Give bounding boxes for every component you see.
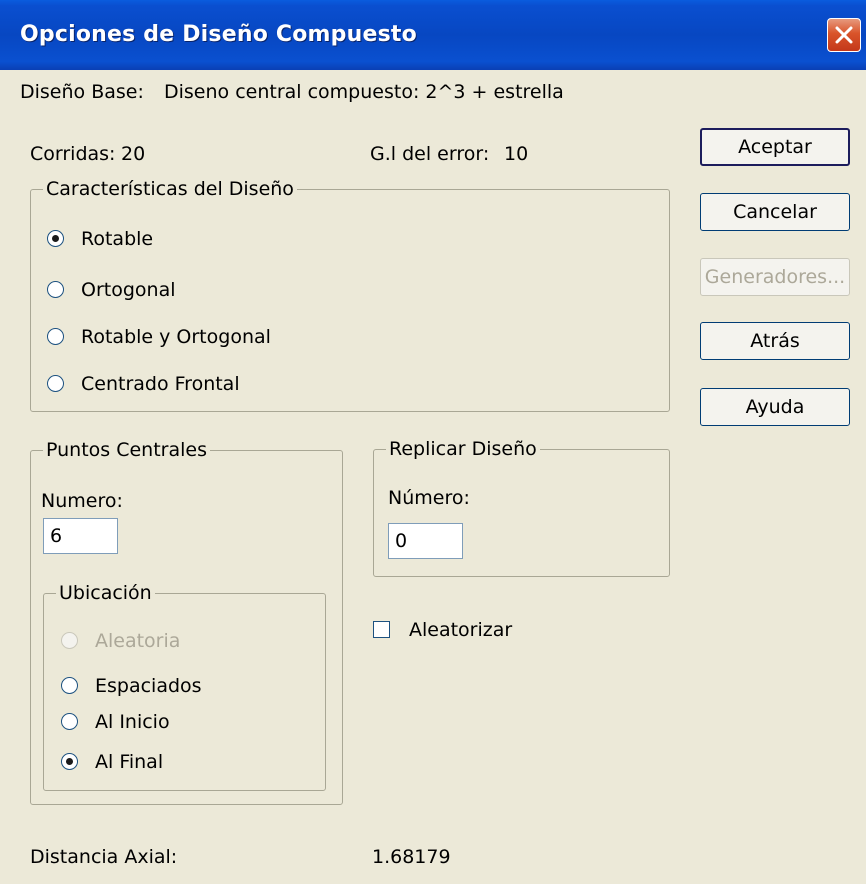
radio-centrado-frontal-circle[interactable] <box>47 375 64 392</box>
radio-espaciados-circle[interactable] <box>61 677 78 694</box>
radio-ortogonal-circle[interactable] <box>47 281 64 298</box>
axial-distance-value: 1.68179 <box>372 846 451 868</box>
radio-rotable-ortogonal-label: Rotable y Ortogonal <box>81 326 271 348</box>
radio-ortogonal-label: Ortogonal <box>81 279 176 301</box>
close-icon <box>835 26 853 44</box>
randomize-checkbox-box[interactable] <box>373 621 390 638</box>
close-button[interactable] <box>827 18 861 52</box>
radio-aleatoria-label: Aleatoria <box>95 630 181 652</box>
replicate-design-legend: Replicar Diseño <box>386 438 540 460</box>
radio-al-inicio-circle[interactable] <box>61 713 78 730</box>
cancel-button[interactable]: Cancelar <box>700 193 850 231</box>
radio-rotable-ortogonal-circle[interactable] <box>47 328 64 345</box>
radio-aleatoria-circle[interactable] <box>61 632 78 649</box>
runs-value: 20 <box>121 143 146 165</box>
accept-button[interactable]: Aceptar <box>700 128 850 166</box>
radio-al-final-label: Al Final <box>95 751 164 773</box>
radio-centrado-frontal-label: Centrado Frontal <box>81 373 240 395</box>
center-points-number-label: Numero: <box>41 490 123 512</box>
replicate-number-label: Número: <box>388 487 470 509</box>
generators-button[interactable]: Generadores... <box>700 258 850 296</box>
title-bar[interactable]: Opciones de Diseño Compuesto <box>0 0 866 70</box>
location-group: Ubicación Aleatoria Espaciados Al Inicio… <box>43 582 326 791</box>
location-legend: Ubicación <box>56 582 155 604</box>
dialog-window: Opciones de Diseño Compuesto Diseño Base… <box>0 0 866 884</box>
replicate-design-group: Replicar Diseño Número: 0 <box>373 438 670 577</box>
radio-rotable-circle[interactable] <box>47 230 64 247</box>
radio-espaciados-label: Espaciados <box>95 675 202 697</box>
replicate-number-input[interactable]: 0 <box>388 523 463 559</box>
help-button[interactable]: Ayuda <box>700 388 850 426</box>
randomize-label: Aleatorizar <box>409 619 513 641</box>
radio-al-inicio-label: Al Inicio <box>95 711 170 733</box>
back-button[interactable]: Atrás <box>700 322 850 360</box>
center-points-number-input[interactable]: 6 <box>43 518 118 554</box>
base-design-value: Diseno central compuesto: 2^3 + estrella <box>164 81 564 103</box>
center-points-group: Puntos Centrales Numero: 6 Ubicación Ale… <box>30 439 343 805</box>
window-title: Opciones de Diseño Compuesto <box>20 22 417 47</box>
radio-rotable-label: Rotable <box>81 228 154 250</box>
axial-distance-label: Distancia Axial: <box>30 846 178 868</box>
error-df-value: 10 <box>504 143 529 165</box>
error-df-label: G.l del error: <box>370 143 490 165</box>
base-design-label: Diseño Base: <box>20 81 144 103</box>
center-points-legend: Puntos Centrales <box>43 439 210 461</box>
radio-al-final-circle[interactable] <box>61 753 78 770</box>
design-characteristics-group: Características del Diseño Rotable Ortog… <box>30 178 670 412</box>
design-characteristics-legend: Características del Diseño <box>43 178 297 200</box>
runs-label: Corridas: <box>30 143 116 165</box>
